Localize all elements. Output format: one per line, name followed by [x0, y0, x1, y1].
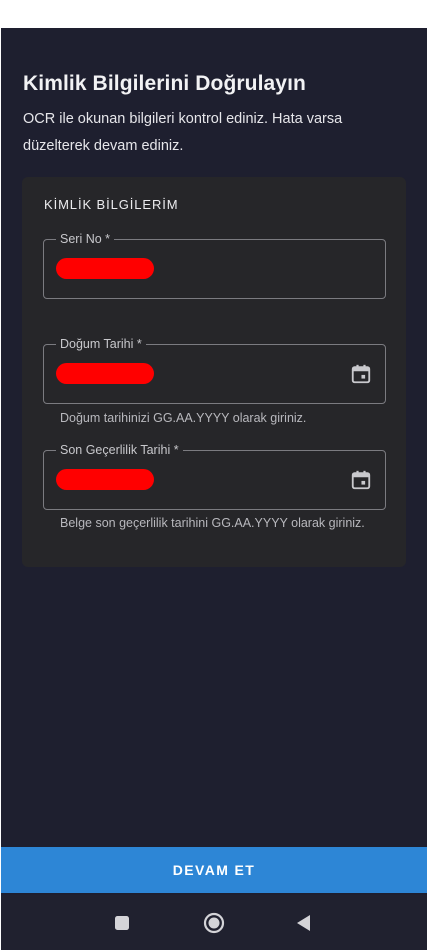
continue-button[interactable]: DEVAM ET — [1, 847, 427, 893]
status-bar — [0, 0, 428, 28]
square-icon[interactable] — [107, 908, 137, 938]
redacted-value — [56, 363, 154, 384]
redacted-value — [56, 258, 154, 279]
page-subtitle: OCR ile okunan bilgileri kontrol ediniz.… — [23, 111, 343, 154]
app-screen: Kimlik Bilgilerini Doğrulayın OCR ile ok… — [1, 28, 427, 895]
redacted-value — [56, 469, 154, 490]
system-navigation-bar — [1, 895, 427, 950]
serial-number-field[interactable]: Seri No * — [43, 231, 386, 299]
expiry-date-helper: Belge son geçerlilik tarihini GG.AA.YYYY… — [60, 516, 365, 530]
expiry-date-label: Son Geçerlilik Tarihi * — [56, 442, 183, 458]
identity-card: KİMLİK BİLGİLERİM Seri No * Doğum Tarihi… — [22, 177, 406, 567]
calendar-icon[interactable] — [350, 363, 372, 385]
birth-date-helper: Doğum tarihinizi GG.AA.YYYY olarak girin… — [60, 411, 307, 425]
card-title: KİMLİK BİLGİLERİM — [44, 197, 179, 212]
calendar-icon[interactable] — [350, 469, 372, 491]
circle-icon[interactable] — [199, 908, 229, 938]
birth-date-field[interactable]: Doğum Tarihi * — [43, 336, 386, 404]
birth-date-label: Doğum Tarihi * — [56, 336, 146, 352]
expiry-date-field[interactable]: Son Geçerlilik Tarihi * — [43, 442, 386, 510]
triangle-back-icon[interactable] — [289, 908, 319, 938]
page-title: Kimlik Bilgilerini Doğrulayın — [23, 72, 306, 95]
serial-number-label: Seri No * — [56, 231, 115, 247]
